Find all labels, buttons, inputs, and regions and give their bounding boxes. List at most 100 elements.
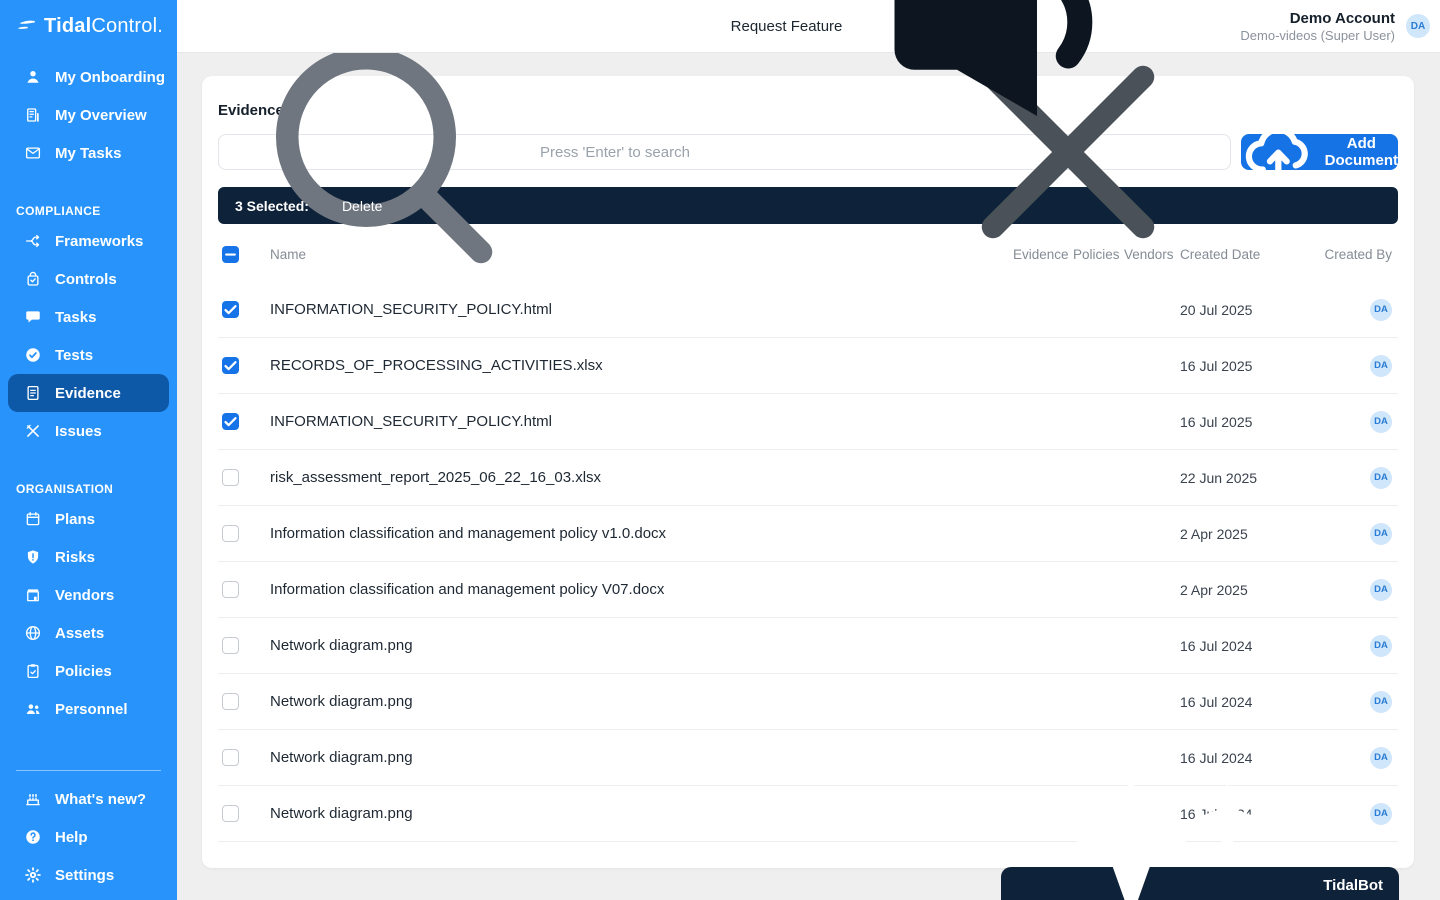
row-checkbox[interactable] <box>222 469 239 486</box>
sidebar-item-vendors[interactable]: Vendors <box>8 576 169 614</box>
sidebar-item-tasks[interactable]: Tasks <box>8 298 169 336</box>
row-checkbox[interactable] <box>222 413 239 430</box>
sidebar-item-label: Assets <box>55 624 105 642</box>
created-date: 16 Jul 2024 <box>1180 637 1253 654</box>
document-icon <box>24 384 42 402</box>
sidebar-item-label: Personnel <box>55 700 128 718</box>
sidebar-item-personnel[interactable]: Personnel <box>8 690 169 728</box>
sidebar-item-evidence[interactable]: Evidence <box>8 374 169 412</box>
clipboard-check-icon <box>24 662 42 680</box>
column-header-policies: Policies <box>1073 246 1120 262</box>
sidebar-item-settings[interactable]: Settings <box>8 856 169 894</box>
sidebar-item-help[interactable]: Help <box>8 818 169 856</box>
sidebar-item-controls[interactable]: Controls <box>8 260 169 298</box>
row-checkbox[interactable] <box>222 301 239 318</box>
account-text: Demo Account Demo-videos (Super User) <box>1240 9 1395 44</box>
table-row[interactable]: INFORMATION_SECURITY_POLICY.html 16 Jul 2… <box>218 394 1398 450</box>
megaphone-icon <box>852 0 1152 176</box>
calendar-icon <box>24 510 42 528</box>
row-checkbox[interactable] <box>222 357 239 374</box>
select-all-checkbox[interactable] <box>222 245 239 263</box>
account-menu[interactable]: Demo Account Demo-videos (Super User) DA <box>1240 9 1430 44</box>
mail-icon <box>24 144 42 162</box>
table-row[interactable]: Network diagram.png 16 Jul 2024 DA <box>218 618 1398 674</box>
sidebar-item-label: What's new? <box>55 790 147 808</box>
selection-count: 3 Selected: <box>235 197 309 214</box>
sidebar-footer-nav: What's new? Help Settings <box>0 780 177 894</box>
people-icon <box>24 700 42 718</box>
column-header-evidence: Evidence <box>1013 246 1069 262</box>
sidebar-item-label: Plans <box>55 510 96 528</box>
created-date: 16 Jul 2025 <box>1180 357 1253 374</box>
sidebar-item-policies[interactable]: Policies <box>8 652 169 690</box>
file-name: risk_assessment_report_2025_06_22_16_03.… <box>270 469 602 486</box>
sidebar-item-label: My Tasks <box>55 144 122 162</box>
sidebar-item-plans[interactable]: Plans <box>8 500 169 538</box>
sidebar: TidalControl. My Onboarding My Overview My… <box>0 0 177 900</box>
created-by-avatar: DA <box>1370 522 1392 545</box>
created-by-avatar: DA <box>1370 634 1392 657</box>
table-row[interactable]: Information classification and managemen… <box>218 506 1398 562</box>
request-feature-button[interactable]: Request Feature <box>731 0 1153 176</box>
sparkles-icon <box>1015 735 1315 900</box>
row-checkbox[interactable] <box>222 525 239 542</box>
person-icon <box>24 68 42 86</box>
row-checkbox[interactable] <box>222 581 239 598</box>
cake-icon <box>24 790 42 808</box>
tidalbot-label: TidalBot <box>1323 876 1383 894</box>
created-date: 22 Jun 2025 <box>1180 469 1258 486</box>
sidebar-section-title-organisation: ORGANISATION <box>16 482 114 496</box>
app-logo[interactable]: TidalControl. <box>0 0 177 53</box>
sidebar-section-title-compliance: COMPLIANCE <box>16 204 101 218</box>
column-header-name: Name <box>270 246 307 262</box>
sidebar-item-label: My Overview <box>55 106 147 124</box>
sidebar-sections: COMPLIANCE Frameworks Controls Tasks Tests Ev… <box>0 172 177 728</box>
row-checkbox[interactable] <box>222 805 239 822</box>
sidebar-item-tests[interactable]: Tests <box>8 336 169 374</box>
sidebar-item-label: Evidence <box>55 384 121 402</box>
sidebar-item-my-overview[interactable]: My Overview <box>8 96 169 134</box>
add-document-button[interactable]: Add Document <box>1241 126 1398 178</box>
created-date: 2 Apr 2025 <box>1180 581 1248 598</box>
sidebar-item-label: Risks <box>55 548 96 566</box>
table-row[interactable]: Network diagram.png 16 Jul 2024 DA <box>218 674 1398 730</box>
sidebar-item-risks[interactable]: Risks <box>8 538 169 576</box>
sidebar-item-issues[interactable]: Issues <box>8 412 169 450</box>
created-by-avatar: DA <box>1370 746 1392 769</box>
file-name: Network diagram.png <box>270 637 413 654</box>
sidebar-divider <box>16 770 161 771</box>
check-circle-icon <box>24 346 42 364</box>
delete-selected-button[interactable]: Delete <box>342 198 382 214</box>
sidebar-item-label: Vendors <box>55 586 115 604</box>
created-date: 20 Jul 2025 <box>1180 301 1253 318</box>
created-date: 16 Jul 2024 <box>1180 693 1253 710</box>
created-by-avatar: DA <box>1370 578 1392 601</box>
sidebar-item-frameworks[interactable]: Frameworks <box>8 222 169 260</box>
sidebar-item-label: Policies <box>55 662 112 680</box>
table-row[interactable]: risk_assessment_report_2025_06_22_16_03.… <box>218 450 1398 506</box>
tidalbot-button[interactable]: TidalBot <box>1001 776 1399 900</box>
sidebar-item-assets[interactable]: Assets <box>8 614 169 652</box>
account-subtitle: Demo-videos (Super User) <box>1240 27 1395 43</box>
chat-icon <box>24 308 42 326</box>
gear-icon <box>24 866 42 884</box>
sidebar-item-my-tasks[interactable]: My Tasks <box>8 134 169 172</box>
add-document-label: Add Document <box>1324 135 1398 169</box>
sidebar-item-label: Issues <box>55 422 102 440</box>
created-by-avatar: DA <box>1370 802 1392 825</box>
row-checkbox[interactable] <box>222 637 239 654</box>
row-checkbox[interactable] <box>222 749 239 766</box>
table-row[interactable]: Information classification and managemen… <box>218 562 1398 618</box>
sidebar-item-my-onboarding[interactable]: My Onboarding <box>8 58 169 96</box>
row-checkbox[interactable] <box>222 693 239 710</box>
sidebar-item-label: Help <box>55 828 88 846</box>
table-row[interactable]: RECORDS_OF_PROCESSING_ACTIVITIES.xlsx 16 … <box>218 338 1398 394</box>
sidebar-item-label: Frameworks <box>55 232 144 250</box>
file-name: INFORMATION_SECURITY_POLICY.html <box>270 413 552 430</box>
file-name: INFORMATION_SECURITY_POLICY.html <box>270 301 552 318</box>
tidal-logo-icon <box>14 16 39 38</box>
request-feature-label: Request Feature <box>730 17 843 35</box>
sidebar-item-what-s-new[interactable]: What's new? <box>8 780 169 818</box>
user-avatar[interactable]: DA <box>1406 14 1430 38</box>
